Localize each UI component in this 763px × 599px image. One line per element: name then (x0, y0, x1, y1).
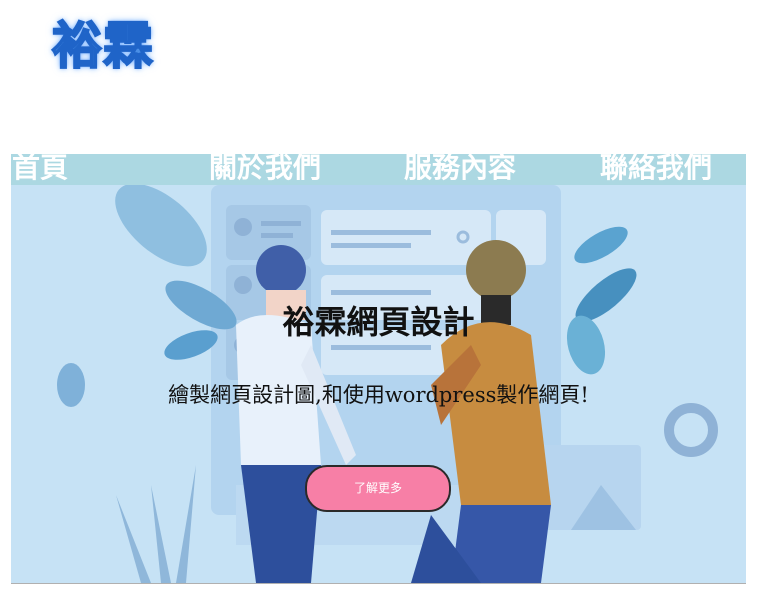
nav-item-services[interactable]: 服務內容 (404, 151, 516, 185)
hero-subtitle: 繪製網頁設計圖,和使用wordpress製作網頁! (168, 383, 589, 407)
site-logo[interactable]: 裕霖 (51, 14, 154, 78)
main-nav: 首頁 關於我們 服務內容 聯絡我們 (11, 151, 746, 185)
hero-title: 裕霖網頁設計 (282, 303, 475, 341)
nav-item-about[interactable]: 關於我們 (209, 151, 321, 185)
nav-item-home[interactable]: 首頁 (12, 151, 68, 185)
hero-banner: 裕霖網頁設計 繪製網頁設計圖,和使用wordpress製作網頁! 了解更多 (11, 185, 746, 584)
nav-item-contact[interactable]: 聯絡我們 (600, 151, 712, 185)
learn-more-button[interactable]: 了解更多 (305, 465, 451, 512)
